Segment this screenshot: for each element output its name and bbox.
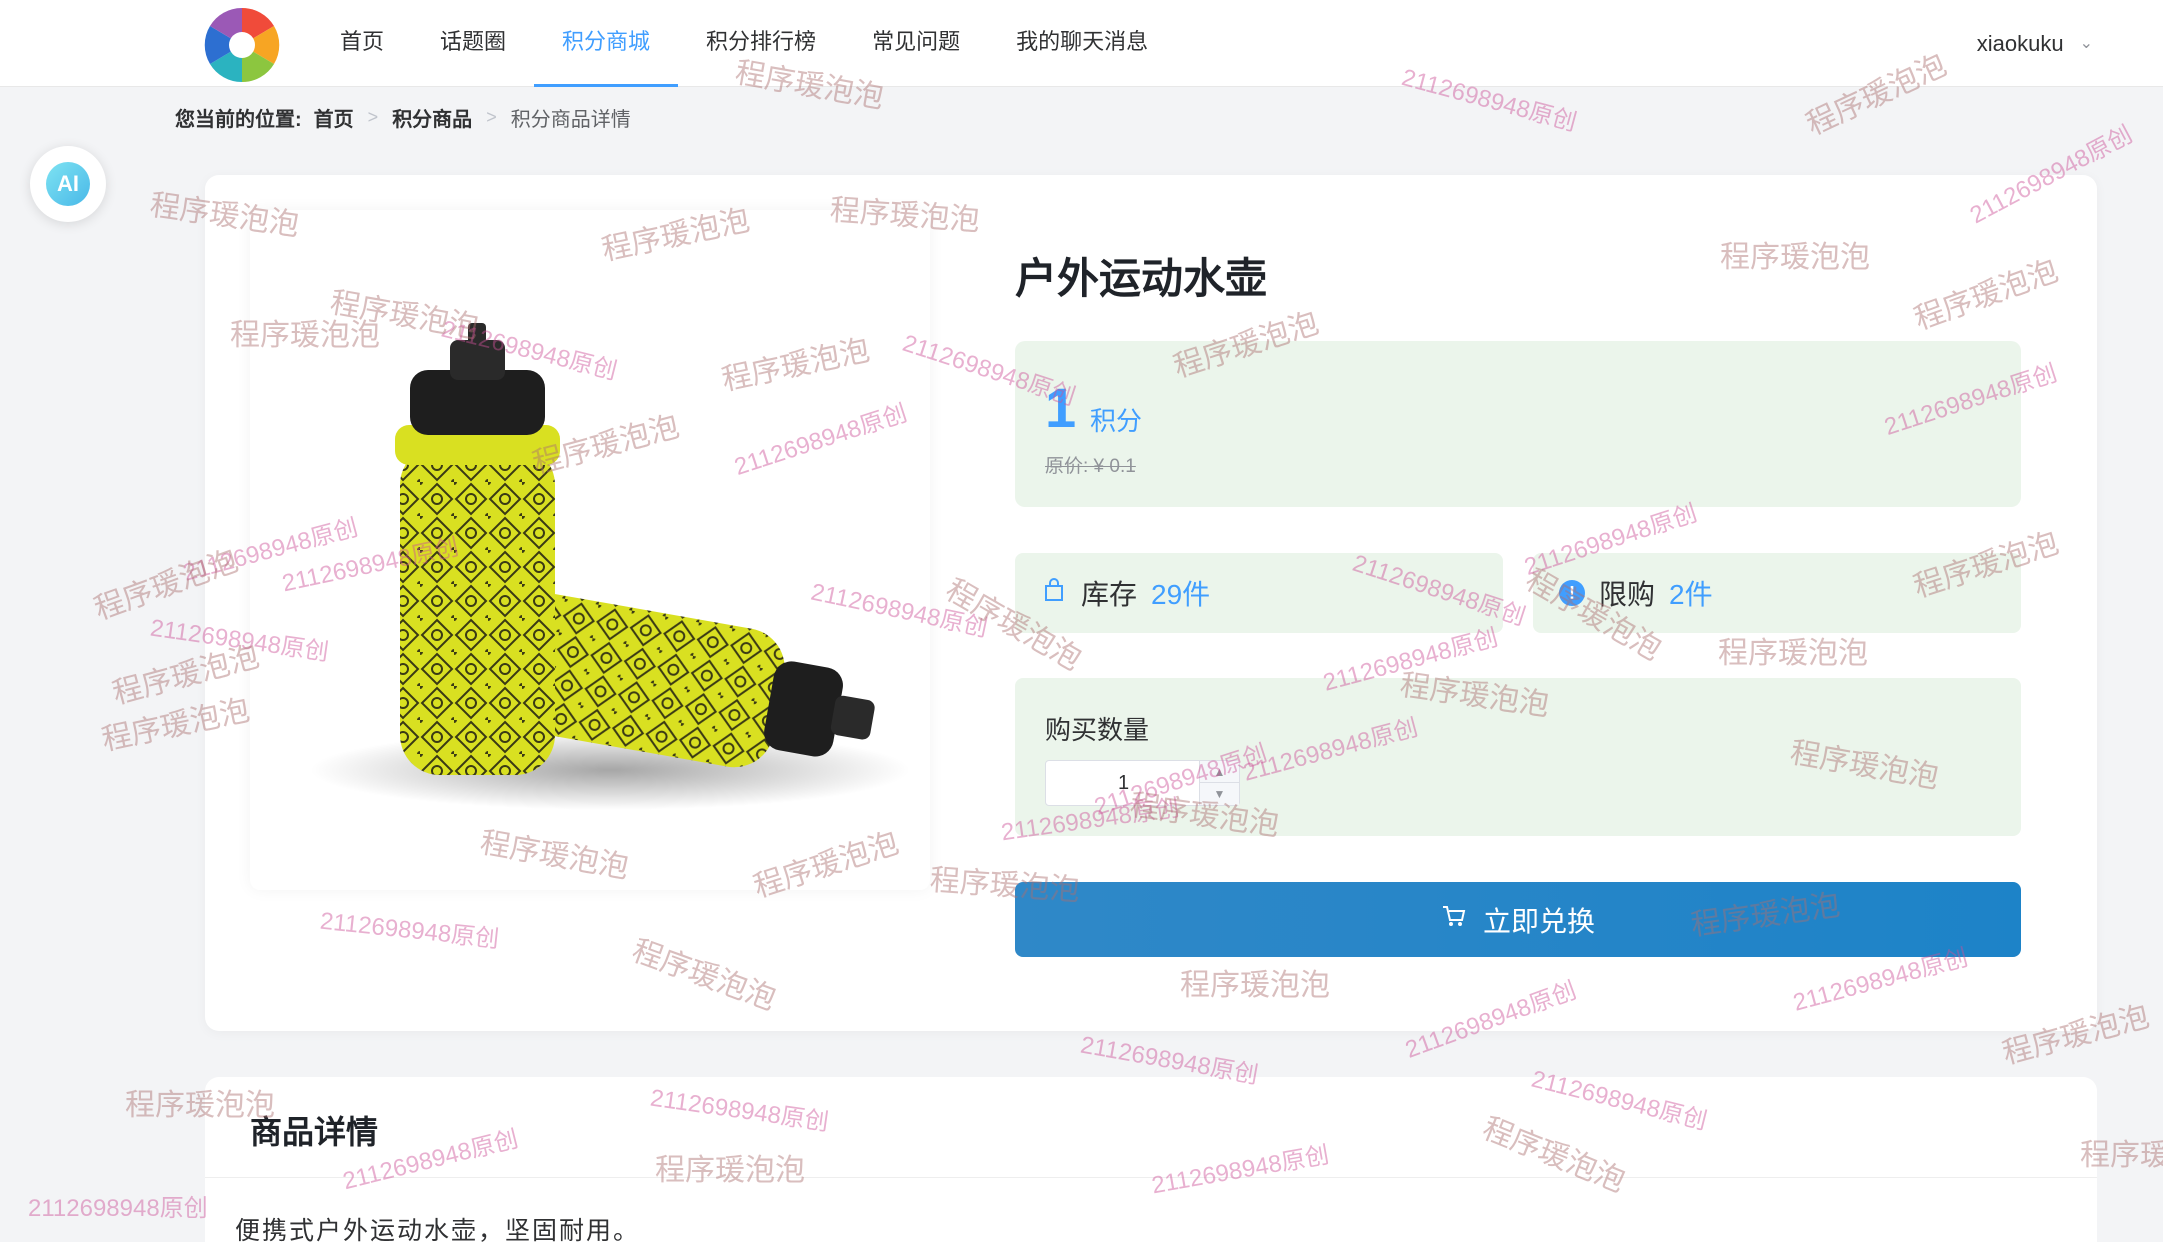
price-unit: 积分 bbox=[1090, 406, 1143, 436]
chevron-down-icon[interactable]: ▼ bbox=[1199, 783, 1239, 805]
quantity-label: 购买数量 bbox=[1045, 715, 1150, 745]
redeem-button[interactable]: 立即兑换 bbox=[1015, 882, 2021, 957]
bag-icon bbox=[1041, 577, 1067, 610]
breadcrumb-separator-icon: > bbox=[486, 106, 497, 127]
breadcrumb-section[interactable]: 积分商品 bbox=[392, 103, 472, 132]
price-value: 1 bbox=[1045, 376, 1077, 439]
nav-item-points-mall[interactable]: 积分商城 bbox=[534, 0, 679, 87]
quantity-input[interactable]: 1 bbox=[1046, 761, 1201, 805]
nav-item-chat-messages[interactable]: 我的聊天消息 bbox=[988, 0, 1176, 87]
divider bbox=[205, 1177, 2097, 1178]
product-image bbox=[250, 210, 930, 890]
quantity-panel: 购买数量 1 ▲ ▼ bbox=[1015, 678, 2021, 836]
breadcrumb: 您当前的位置: 首页 > 积分商品 > 积分商品详情 bbox=[175, 100, 631, 134]
purchase-limit-panel: ! 限购 2件 bbox=[1533, 553, 2021, 633]
stock-label: 库存 bbox=[1081, 579, 1138, 610]
chevron-up-icon[interactable]: ▲ bbox=[1199, 761, 1239, 783]
main-nav: 首页 话题圈 积分商城 积分排行榜 常见问题 我的聊天消息 bbox=[312, 0, 1176, 87]
breadcrumb-separator-icon: > bbox=[367, 106, 379, 127]
product-detail-section: 商品详情 便携式户外运动水壶，坚固耐用。 bbox=[205, 1077, 2097, 1242]
redeem-button-label: 立即兑换 bbox=[1482, 905, 1595, 937]
site-logo[interactable] bbox=[203, 6, 281, 84]
stock-value: 29件 bbox=[1151, 579, 1211, 610]
nav-item-faq[interactable]: 常见问题 bbox=[844, 0, 988, 87]
ai-icon: AI bbox=[46, 162, 90, 206]
breadcrumb-current: 积分商品详情 bbox=[510, 108, 631, 131]
cart-icon bbox=[1441, 903, 1467, 936]
limit-label: 限购 bbox=[1599, 579, 1656, 610]
breadcrumb-home[interactable]: 首页 bbox=[314, 103, 354, 132]
breadcrumb-prefix: 您当前的位置: bbox=[175, 108, 302, 131]
stock-panel: 库存 29件 bbox=[1015, 553, 1503, 633]
watermark: 2112698948原创 bbox=[28, 1195, 208, 1222]
nav-item-home[interactable]: 首页 bbox=[312, 0, 412, 87]
limit-value: 2件 bbox=[1669, 579, 1713, 610]
user-menu[interactable]: xiaokuku ⌄ bbox=[1977, 0, 2093, 87]
info-icon: ! bbox=[1559, 580, 1585, 606]
price-panel: 1 积分 原价: ¥ 0.1 bbox=[1015, 341, 2021, 507]
top-navbar: 首页 话题圈 积分商城 积分排行榜 常见问题 我的聊天消息 xiaokuku ⌄ bbox=[0, 0, 2163, 87]
product-card: 户外运动水壶 1 积分 原价: ¥ 0.1 库存 29件 ! 限购 2件 购买数… bbox=[205, 175, 2097, 1031]
original-price: 原价: ¥ 0.1 bbox=[1045, 456, 1136, 477]
ai-assistant-button[interactable]: AI bbox=[30, 146, 106, 222]
quantity-stepper[interactable]: 1 ▲ ▼ bbox=[1045, 760, 1240, 806]
chevron-down-icon: ⌄ bbox=[2079, 34, 2093, 52]
nav-item-topics[interactable]: 话题圈 bbox=[412, 0, 534, 87]
username: xiaokuku bbox=[1976, 30, 2064, 56]
product-title: 户外运动水壶 bbox=[1015, 255, 1268, 302]
detail-description: 便携式户外运动水壶，坚固耐用。 bbox=[235, 1217, 641, 1242]
detail-title: 商品详情 bbox=[250, 1114, 379, 1150]
nav-item-leaderboard[interactable]: 积分排行榜 bbox=[678, 0, 844, 87]
